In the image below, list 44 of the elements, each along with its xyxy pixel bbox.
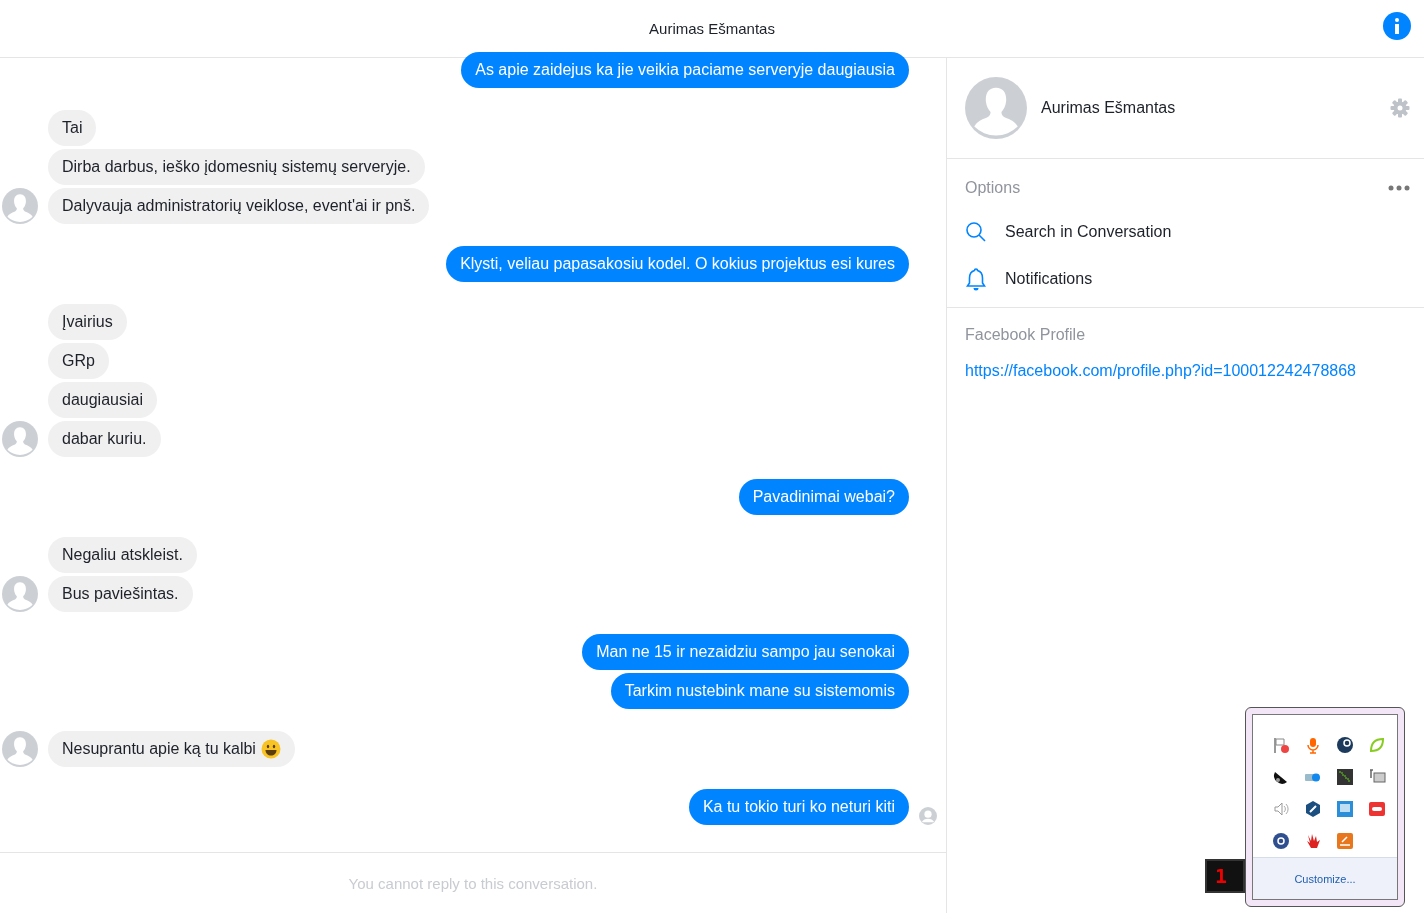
avatar-icon [2, 188, 38, 224]
message-bubble: Nesuprantu apie ką tu kalbi [48, 731, 295, 767]
message-bubble: daugiausiai [48, 382, 157, 418]
flag-icon[interactable] [1272, 736, 1290, 754]
message-bubble: Dirba darbus, ieško įdomesnių sistemų serveryje. [48, 149, 425, 185]
clock-digit: 1 [1215, 864, 1228, 888]
conversation-title: Aurimas Ešmantas [649, 20, 775, 37]
avatar-icon [2, 576, 38, 612]
profile-link[interactable]: https://facebook.com/profile.php?id=100012242478868 [965, 362, 1410, 380]
message-bubble: Klysti, veliau papasakosiu kodel. O kokius projektus esi kures [446, 246, 909, 282]
message-bubble: Bus paviešintas. [48, 576, 193, 612]
square-icon[interactable] [1336, 832, 1354, 850]
message-bubble: As apie zaidejus ka jie veikia paciame serveryje daugiausia [461, 52, 909, 88]
message-bubble: Įvairius [48, 304, 127, 340]
message-bubble: dabar kuriu. [48, 421, 161, 457]
customize-link[interactable]: Customize... [1294, 872, 1356, 885]
message-bubble: Dalyvauja administratorių veiklose, event'ai ir pnš. [48, 188, 430, 224]
info-icon [1394, 18, 1400, 34]
speaker-icon[interactable] [1272, 800, 1290, 818]
circle-icon[interactable] [1336, 736, 1354, 754]
microphone-icon[interactable] [1304, 736, 1322, 754]
window-icon[interactable] [1336, 800, 1354, 818]
monitor-icon[interactable] [1368, 768, 1386, 786]
info-button[interactable] [1383, 12, 1411, 40]
message-bubble: Man ne 15 ir nezaidziu sampo jau senokai [582, 634, 909, 670]
message-bubble: GRp [48, 343, 109, 379]
message-bubble: Tarkim nustebink mane su sistemomis [610, 673, 909, 709]
more-icon[interactable] [1388, 185, 1410, 191]
avatar-icon [2, 421, 38, 457]
avatar-icon [965, 77, 1027, 139]
option-item[interactable]: Search in Conversation [965, 221, 1172, 243]
options-heading: Options [965, 179, 1021, 197]
option-item[interactable]: Notifications [965, 267, 1093, 291]
profile-name: Aurimas Ešmantas [1041, 99, 1177, 117]
avatar-icon [2, 731, 38, 767]
message-bubble: Negaliu atskleist. [48, 537, 197, 573]
message-bubble: Ka tu tokio turi ko neturi kiti [688, 789, 909, 825]
search-icon [965, 221, 987, 243]
message-bubble: Pavadinimai webai? [738, 479, 909, 515]
hexagon-icon[interactable] [1304, 800, 1322, 818]
bell-icon [965, 267, 987, 291]
message-bubble: Tai [48, 110, 97, 146]
profile-heading: Facebook Profile [965, 326, 1087, 344]
leaf-icon[interactable] [1368, 736, 1386, 754]
